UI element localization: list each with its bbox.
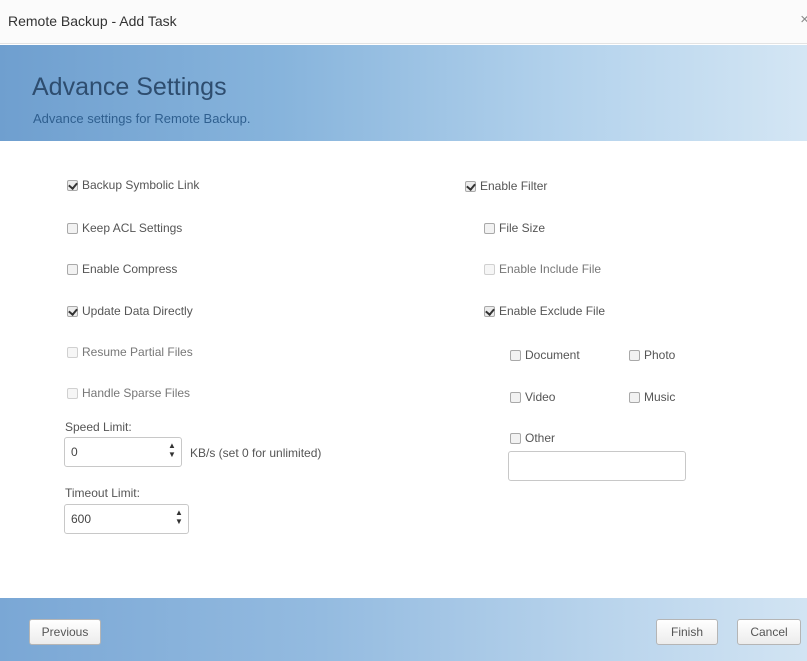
music-checkbox[interactable] [629,391,640,403]
option-label: File Size [499,221,546,235]
option-label: Keep ACL Settings [82,221,183,235]
speed-limit-stepper[interactable]: ▲▼ [64,437,182,467]
enable-filter-checkbox[interactable] [465,180,476,192]
option-label: Video [525,390,556,404]
file-size-checkbox[interactable] [484,222,495,234]
option-keep-acl-settings[interactable]: Keep ACL Settings [67,221,182,235]
dialog-footer: Previous Finish Cancel [0,598,807,661]
option-enable-filter[interactable]: Enable Filter [465,179,547,193]
option-handle-sparse-files: Handle Sparse Files [67,386,190,400]
option-label: Enable Filter [480,179,548,193]
option-video[interactable]: Video [510,390,555,404]
option-backup-symbolic-link[interactable]: Backup Symbolic Link [67,178,199,192]
option-label: Handle Sparse Files [82,386,191,400]
option-label: Backup Symbolic Link [82,178,200,192]
video-checkbox[interactable] [510,391,521,403]
speed-limit-input[interactable] [71,445,141,459]
option-label: Enable Include File [499,262,602,276]
window-title: Remote Backup - Add Task [8,13,177,29]
close-icon[interactable]: × [800,11,807,28]
option-enable-include-file: Enable Include File [484,262,601,276]
cancel-button[interactable]: Cancel [737,619,801,645]
update-data-directly-checkbox[interactable] [67,305,78,317]
enable-compress-checkbox[interactable] [67,263,78,275]
other-checkbox[interactable] [510,432,521,444]
option-label: Update Data Directly [82,304,193,318]
option-label: Other [525,431,556,445]
option-enable-exclude-file[interactable]: Enable Exclude File [484,304,605,318]
option-document[interactable]: Document [510,348,580,362]
finish-button[interactable]: Finish [656,619,718,645]
backup-symbolic-link-checkbox[interactable] [67,179,78,191]
speed-limit-note: KB/s (set 0 for unlimited) [190,446,322,460]
window-titlebar: Remote Backup - Add Task × [0,0,807,44]
option-label: Music [644,390,676,404]
speed-limit-label: Speed Limit: [65,420,132,434]
option-enable-compress[interactable]: Enable Compress [67,262,177,276]
enable-include-file-checkbox [484,263,495,275]
option-other[interactable]: Other [510,431,555,445]
option-label: Photo [644,348,676,362]
stepper-arrows-icon[interactable]: ▲ ▼ [173,508,185,530]
option-music[interactable]: Music [629,390,675,404]
resume-partial-files-checkbox [67,346,78,358]
timeout-limit-label: Timeout Limit: [65,486,140,500]
option-label: Document [525,348,580,362]
stepper-arrows-icon[interactable]: ▲ ▼ [166,441,178,463]
option-file-size[interactable]: File Size [484,221,545,235]
page-subtitle: Advance settings for Remote Backup. [33,111,251,126]
keep-acl-checkbox[interactable] [67,222,78,234]
enable-exclude-file-checkbox[interactable] [484,305,495,317]
photo-checkbox[interactable] [629,349,640,361]
previous-button[interactable]: Previous [29,619,101,645]
settings-header: Advance Settings Advance settings for Re… [0,45,807,141]
option-label: Resume Partial Files [82,345,193,359]
handle-sparse-files-checkbox [67,387,78,399]
option-update-data-directly[interactable]: Update Data Directly [67,304,193,318]
option-label: Enable Exclude File [499,304,606,318]
option-label: Enable Compress [82,262,178,276]
timeout-limit-input[interactable] [71,512,141,526]
document-checkbox[interactable] [510,349,521,361]
timeout-limit-stepper[interactable]: ▲▼ [64,504,189,534]
other-extension-input[interactable] [508,451,686,481]
option-photo[interactable]: Photo [629,348,675,362]
option-resume-partial-files: Resume Partial Files [67,345,193,359]
page-title: Advance Settings [32,73,227,101]
